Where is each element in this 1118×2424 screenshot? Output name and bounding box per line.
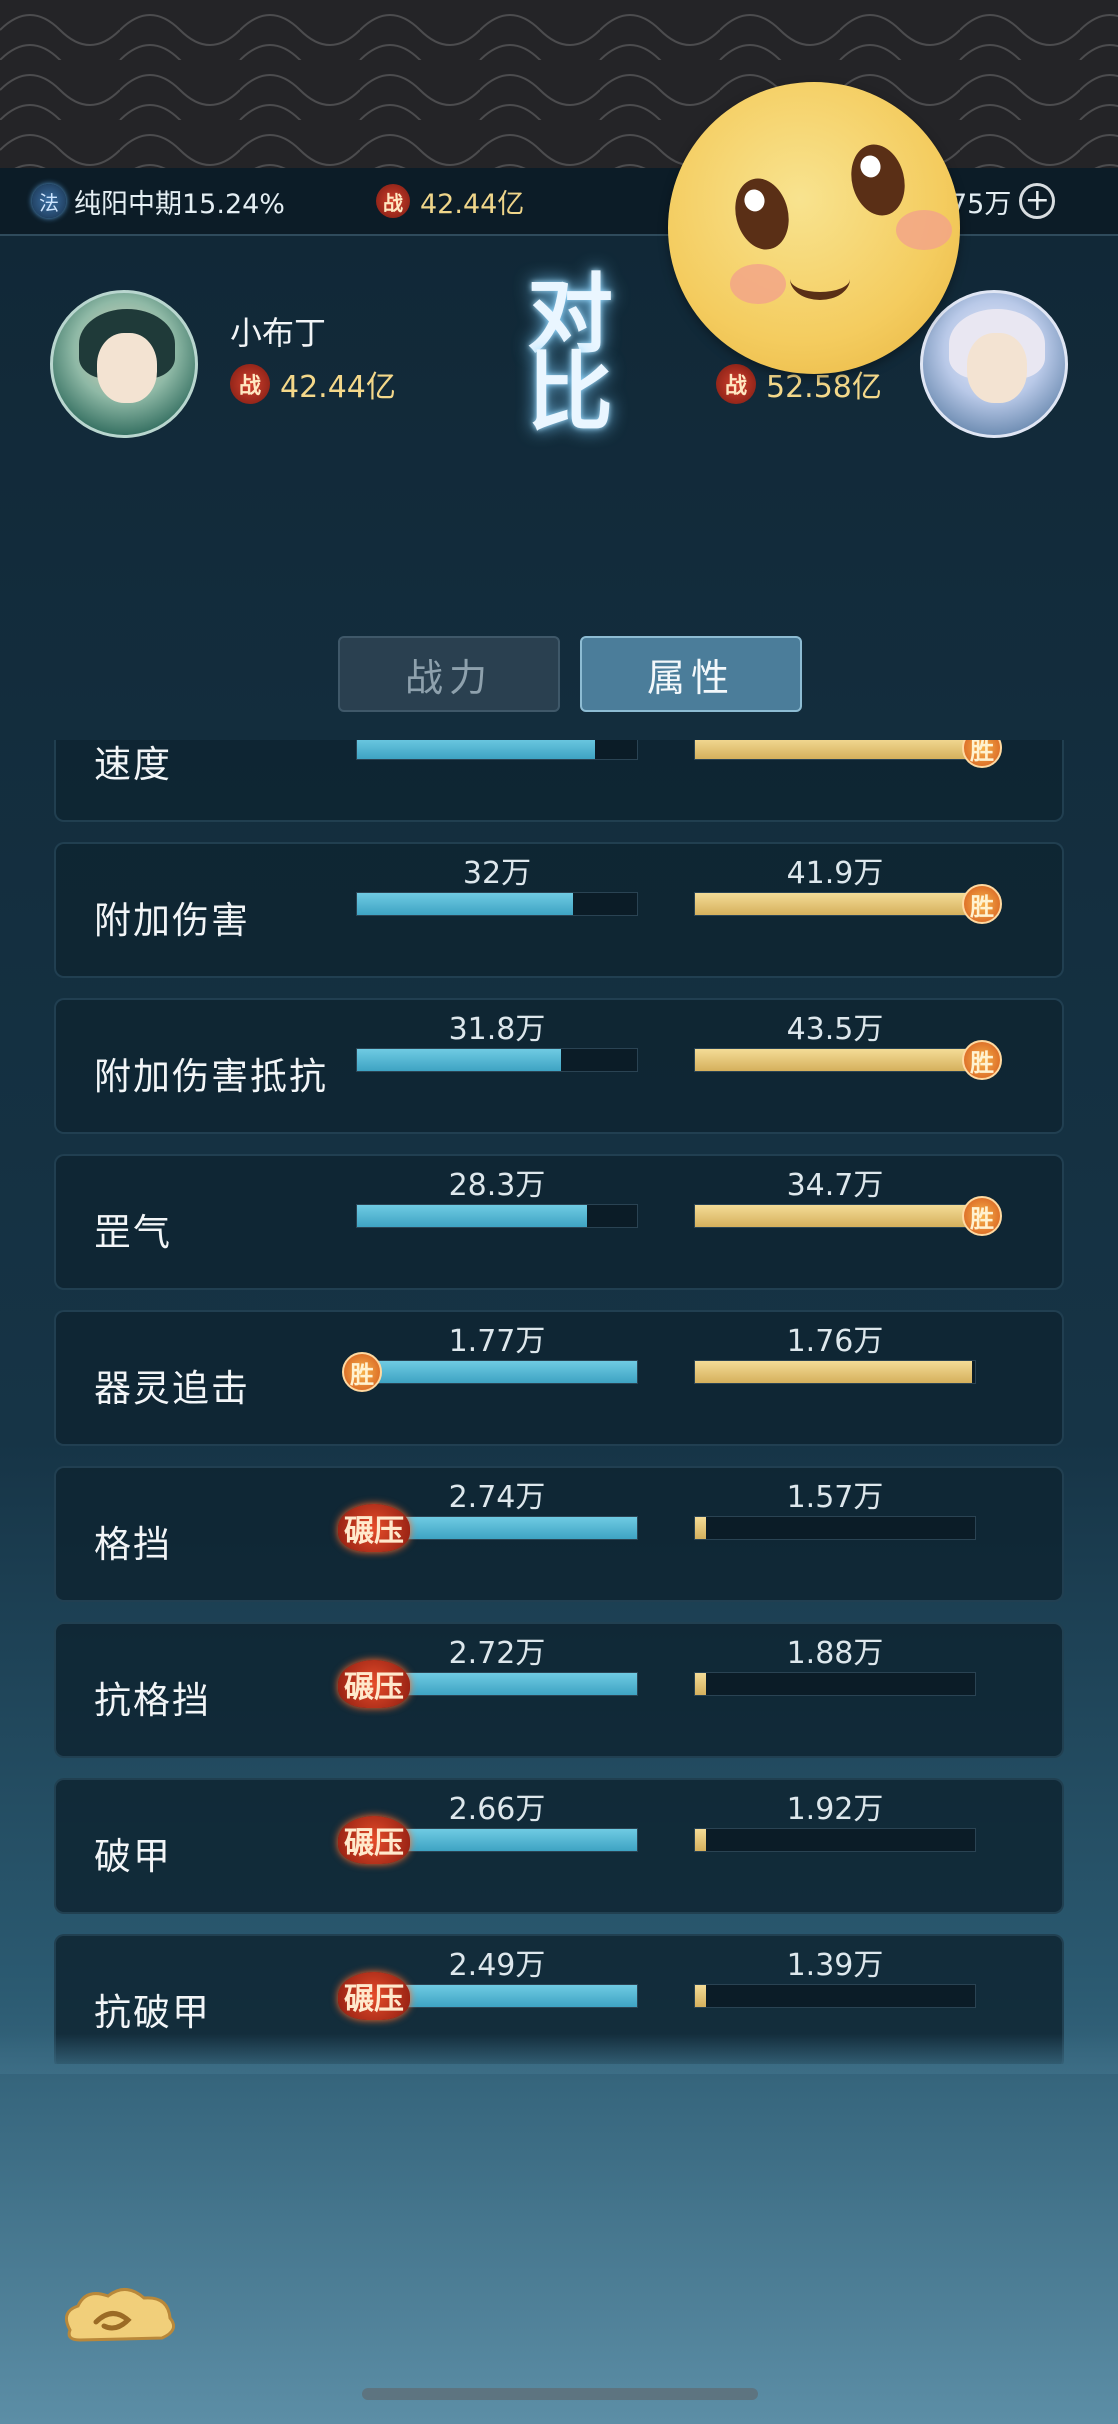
stat-row: 器灵追击 1.77万 1.76万胜 bbox=[54, 1310, 1064, 1446]
left-power-value: 42.44亿 bbox=[280, 370, 396, 405]
cloud-icon[interactable] bbox=[56, 2282, 182, 2354]
attribute-comparison-list[interactable]: 速度578688胜附加伤害32万41.9万胜附加伤害抵抗31.8万43.5万胜罡… bbox=[0, 740, 1118, 2064]
right-stat-value: 43.5万 bbox=[786, 1012, 884, 1047]
stat-row: 附加伤害 32万 41.9万胜 bbox=[54, 842, 1064, 978]
zhan-icon: 战 bbox=[716, 364, 756, 404]
right-stat-bar bbox=[694, 892, 976, 916]
right-stat-value: 34.7万 bbox=[786, 1168, 884, 1203]
power-icon: 战 bbox=[376, 184, 410, 218]
stat-row: 附加伤害抵抗 31.8万 43.5万胜 bbox=[54, 998, 1064, 1134]
left-player-panel: 小布丁 战 42.44亿 bbox=[50, 290, 470, 440]
cloud-pattern bbox=[0, 0, 1118, 168]
right-stat-value: 1.57万 bbox=[786, 1480, 884, 1515]
right-stat-bar bbox=[694, 740, 976, 760]
right-stat-bar bbox=[694, 1204, 976, 1228]
stat-label: 附加伤害 bbox=[94, 899, 250, 942]
right-stat-value: 1.88万 bbox=[786, 1636, 884, 1671]
left-stat-bar bbox=[356, 1204, 638, 1228]
left-stat-value: 28.3万 bbox=[448, 1168, 546, 1203]
left-stat-bar bbox=[356, 1048, 638, 1072]
win-badge: 胜 bbox=[962, 740, 1002, 768]
right-stat-bar-fill bbox=[695, 1673, 707, 1695]
stat-label: 抗格挡 bbox=[94, 1679, 211, 1722]
right-stat-bar-fill bbox=[695, 1829, 707, 1851]
add-currency-button[interactable]: + bbox=[1019, 183, 1056, 219]
compare-title: 对比 bbox=[527, 265, 613, 443]
right-stat-bar-fill bbox=[695, 1049, 975, 1071]
realm-text: 纯阳中期15.24% bbox=[74, 188, 285, 220]
zhan-icon: 战 bbox=[230, 364, 270, 404]
left-stat-bar-fill bbox=[357, 1361, 637, 1383]
right-player-avatar[interactable] bbox=[920, 290, 1068, 438]
right-stat-value: 1.76万 bbox=[786, 1324, 884, 1359]
smiley-emoji-sticker bbox=[668, 82, 960, 374]
realm-progress[interactable]: 法 纯阳中期15.24% bbox=[32, 182, 285, 220]
stat-row: 罡气 28.3万 34.7万胜 bbox=[54, 1154, 1064, 1290]
left-stat-bar bbox=[356, 892, 638, 916]
right-stat-bar-fill bbox=[695, 740, 975, 759]
stat-row: 速度578688胜 bbox=[54, 740, 1064, 822]
stat-row: 破甲 2.66万 1.92万 碾压 bbox=[54, 1778, 1064, 1914]
right-stat-bar-fill bbox=[695, 1985, 707, 2007]
stat-label: 格挡 bbox=[94, 1523, 172, 1566]
left-stat-bar bbox=[356, 740, 638, 760]
right-stat-bar bbox=[694, 1048, 976, 1072]
left-player-avatar[interactable] bbox=[50, 290, 198, 438]
right-stat-bar-fill bbox=[695, 1517, 707, 1539]
right-stat-bar-fill bbox=[695, 1361, 973, 1383]
left-stat-bar-fill bbox=[357, 893, 573, 915]
crush-badge: 碾压 bbox=[338, 1972, 410, 2020]
left-stat-value: 31.8万 bbox=[448, 1012, 546, 1047]
realm-icon: 法 bbox=[32, 184, 66, 218]
right-stat-bar bbox=[694, 1672, 976, 1696]
left-player-name: 小布丁 bbox=[230, 314, 327, 352]
stat-row: 抗格挡 2.72万 1.88万 碾压 bbox=[54, 1622, 1064, 1758]
stat-label: 速度 bbox=[94, 743, 172, 786]
left-player-power: 战 42.44亿 bbox=[230, 362, 396, 406]
right-stat-bar-fill bbox=[695, 1205, 975, 1227]
win-badge: 胜 bbox=[962, 884, 1002, 924]
left-stat-bar bbox=[356, 1360, 638, 1384]
right-stat-bar bbox=[694, 1360, 976, 1384]
left-stat-value: 32万 bbox=[462, 856, 532, 891]
left-stat-bar-fill bbox=[357, 1205, 587, 1227]
stat-row: 格挡 2.74万 1.57万 碾压 bbox=[54, 1466, 1064, 1602]
win-badge: 胜 bbox=[962, 1040, 1002, 1080]
stat-label: 器灵追击 bbox=[94, 1367, 250, 1410]
left-stat-bar-fill bbox=[357, 740, 595, 759]
stat-label: 附加伤害抵抗 bbox=[94, 1055, 328, 1098]
crush-badge: 碾压 bbox=[338, 1816, 410, 1864]
right-stat-value: 1.92万 bbox=[786, 1792, 884, 1827]
home-indicator bbox=[362, 2388, 758, 2400]
top-decor-band bbox=[0, 0, 1118, 168]
right-stat-bar bbox=[694, 1828, 976, 1852]
right-stat-value: 1.39万 bbox=[786, 1948, 884, 1983]
right-stat-bar bbox=[694, 1984, 976, 2008]
power-text: 42.44亿 bbox=[420, 188, 525, 220]
right-stat-bar bbox=[694, 1516, 976, 1540]
right-stat-value: 41.9万 bbox=[786, 856, 884, 891]
right-stat-bar-fill bbox=[695, 893, 975, 915]
left-stat-value: 1.77万 bbox=[448, 1324, 546, 1359]
win-badge: 胜 bbox=[342, 1352, 382, 1392]
currency-resource: 75万 + bbox=[950, 182, 1056, 220]
stat-label: 罡气 bbox=[94, 1211, 172, 1254]
tab-attributes[interactable]: 属性 bbox=[580, 636, 802, 712]
view-tabs: 战力 属性 bbox=[0, 636, 1118, 716]
stat-label: 破甲 bbox=[94, 1835, 172, 1878]
list-fade bbox=[0, 2034, 1118, 2074]
tab-power[interactable]: 战力 bbox=[338, 636, 560, 712]
crush-badge: 碾压 bbox=[338, 1504, 410, 1552]
stat-label: 抗破甲 bbox=[94, 1991, 211, 2034]
left-stat-bar-fill bbox=[357, 1049, 562, 1071]
crush-badge: 碾压 bbox=[338, 1660, 410, 1708]
win-badge: 胜 bbox=[962, 1196, 1002, 1236]
power-resource: 战 42.44亿 bbox=[376, 182, 524, 220]
